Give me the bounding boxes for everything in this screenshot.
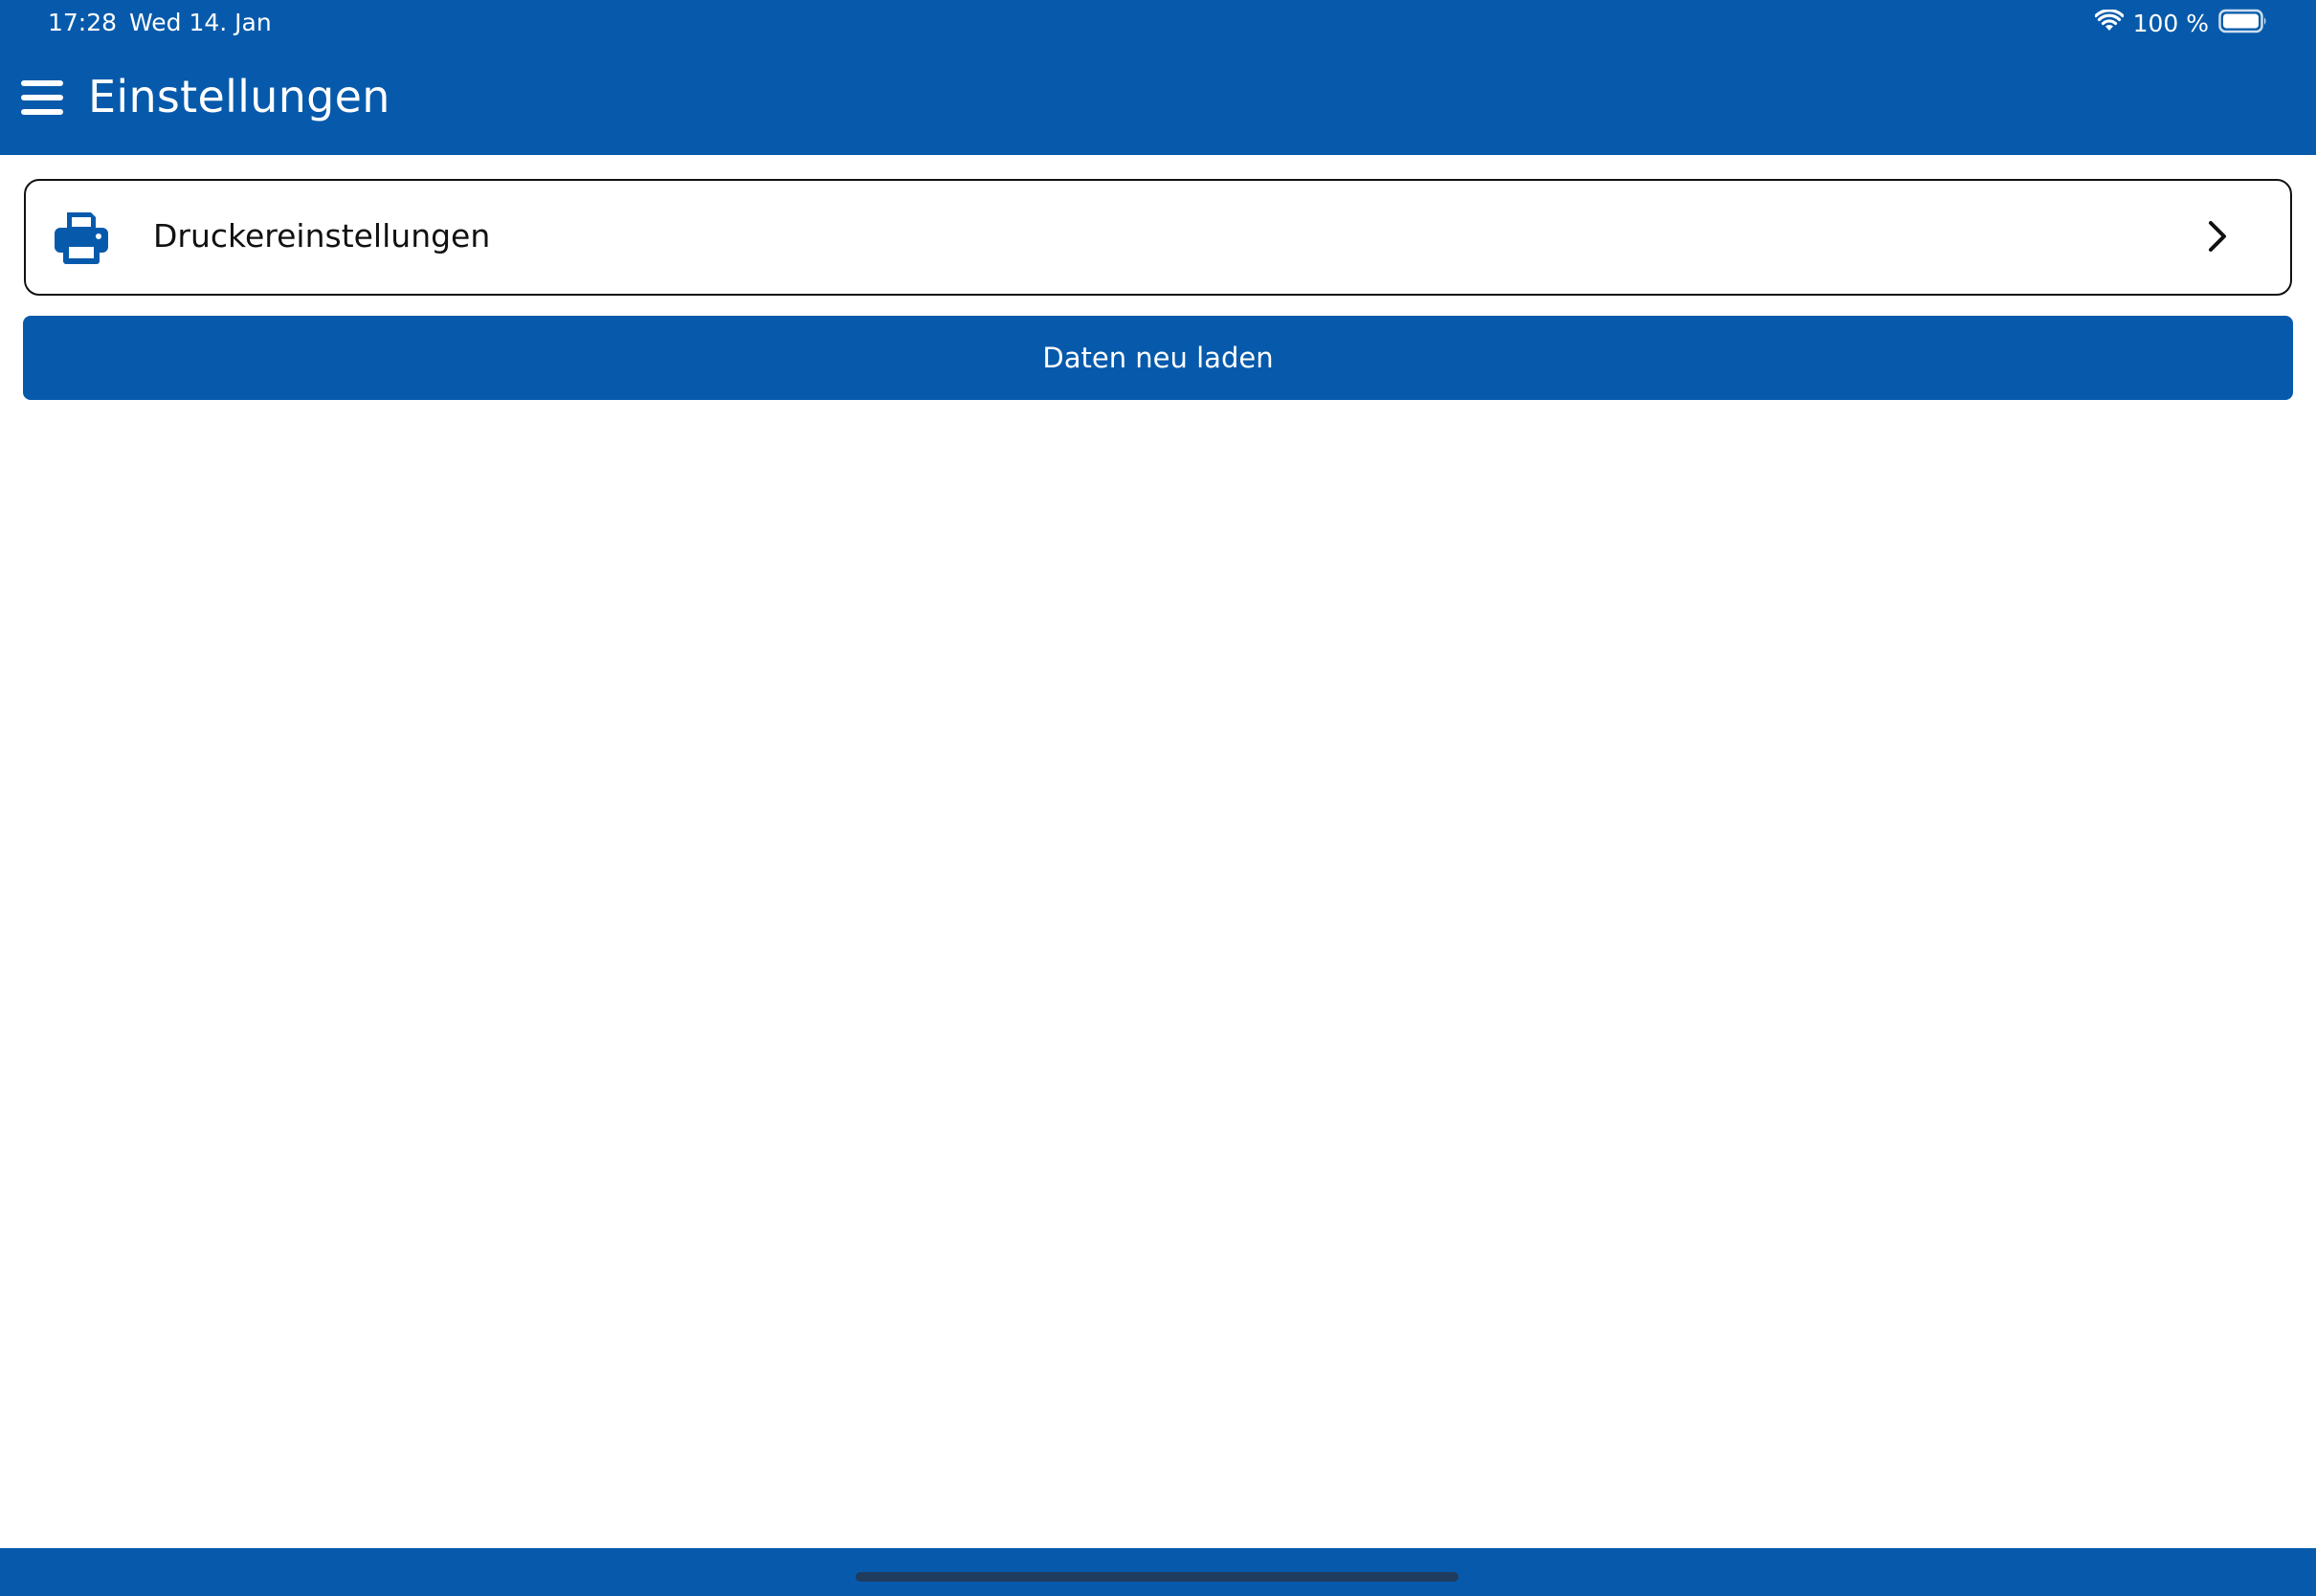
status-indicators: 100 %	[2093, 8, 2268, 38]
home-indicator[interactable]	[856, 1572, 1459, 1582]
settings-item-label: Druckereinstellungen	[153, 217, 491, 255]
bottom-bar	[0, 1548, 2316, 1596]
chevron-right-icon	[2206, 219, 2229, 254]
nav-row: Einstellungen	[0, 57, 2316, 144]
battery-percentage: 100 %	[2132, 9, 2209, 37]
wifi-icon	[2093, 9, 2125, 36]
battery-icon	[2218, 9, 2268, 37]
settings-screen: 17:28 Wed 14. Jan 100 % Einstellungen Dr…	[0, 0, 2316, 1596]
hamburger-menu-icon[interactable]	[19, 77, 69, 122]
page-title: Einstellungen	[88, 71, 390, 122]
status-date: Wed 14. Jan	[129, 9, 272, 36]
status-time: 17:28	[48, 9, 118, 36]
app-header: 17:28 Wed 14. Jan 100 % Einstellungen	[0, 0, 2316, 155]
status-bar: 17:28 Wed 14. Jan 100 %	[0, 0, 2316, 46]
printer-icon	[53, 209, 110, 266]
reload-data-button[interactable]: Daten neu laden	[23, 316, 2293, 400]
settings-item-printer[interactable]: Druckereinstellungen	[24, 179, 2292, 296]
